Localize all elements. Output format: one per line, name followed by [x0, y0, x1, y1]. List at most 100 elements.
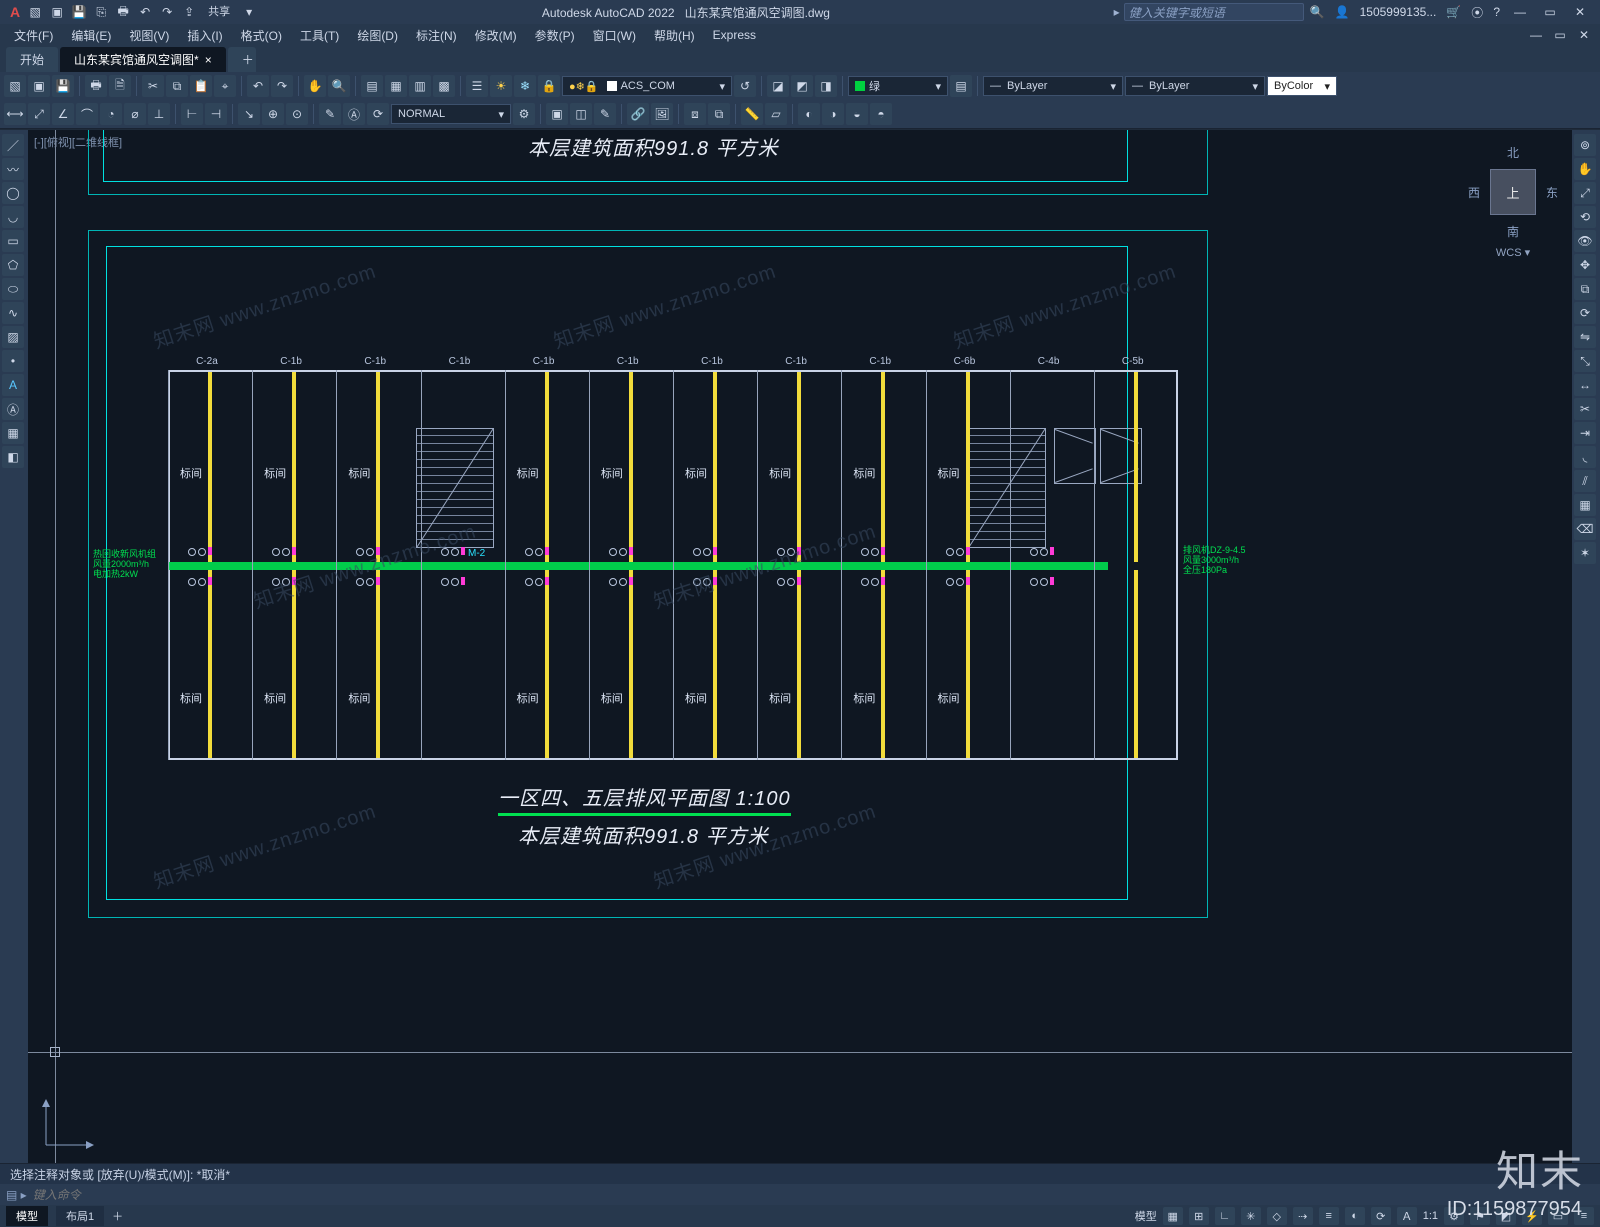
tb-paste-icon[interactable]: 📋: [190, 75, 212, 97]
drawing-canvas[interactable]: [-][俯视][二维线框] 本层建筑面积991.8 平方米 M-2: [28, 130, 1572, 1163]
linetype-combo[interactable]: —ByLayer▾: [1125, 76, 1265, 96]
share-label[interactable]: 共享: [202, 3, 236, 21]
user-label[interactable]: 1505999135...: [1360, 5, 1437, 19]
share-icon[interactable]: ⇪: [180, 3, 198, 21]
tb-copy-icon[interactable]: ⧉: [166, 75, 188, 97]
text-icon[interactable]: A: [2, 374, 24, 396]
spline-icon[interactable]: ∿: [2, 302, 24, 324]
tb-print-icon[interactable]: 🖶: [85, 75, 107, 97]
circle-icon[interactable]: ◯: [2, 182, 24, 204]
visualstyle-icon[interactable]: ◑: [822, 103, 844, 125]
menu-draw[interactable]: 绘图(D): [349, 25, 406, 46]
viewcube-south[interactable]: 南: [1468, 223, 1558, 240]
help-icon[interactable]: ?: [1493, 5, 1500, 19]
undo-icon[interactable]: ↶: [136, 3, 154, 21]
lwt-icon[interactable]: ≡: [1319, 1207, 1339, 1225]
dim-ordinate-icon[interactable]: ⊥: [148, 103, 170, 125]
leader-icon[interactable]: ↘: [238, 103, 260, 125]
plot-icon[interactable]: 🖶: [114, 3, 132, 21]
viewcube-west[interactable]: 西: [1468, 184, 1480, 201]
erase-icon[interactable]: ⌫: [1574, 518, 1596, 540]
pan2-icon[interactable]: ✋: [1574, 158, 1596, 180]
tb-pan-icon[interactable]: ✋: [304, 75, 326, 97]
polar-icon[interactable]: ✳: [1241, 1207, 1261, 1225]
menu-insert[interactable]: 插入(I): [179, 25, 230, 46]
viewcube[interactable]: 北 西 上 东 南 WCS ▾: [1468, 144, 1558, 254]
save-icon[interactable]: 💾: [70, 3, 88, 21]
layer-manager-icon[interactable]: ☰: [466, 75, 488, 97]
offset-icon[interactable]: ⫽: [1574, 470, 1596, 492]
polygon-icon[interactable]: ⬠: [2, 254, 24, 276]
tab-start[interactable]: 开始: [6, 47, 58, 72]
tb-redo-icon[interactable]: ↷: [271, 75, 293, 97]
dimedit-icon[interactable]: ✎: [319, 103, 341, 125]
layer-off-icon[interactable]: ◩: [791, 75, 813, 97]
layer-bulb-icon[interactable]: ☀: [490, 75, 512, 97]
tb-cut-icon[interactable]: ✂: [142, 75, 164, 97]
region-icon[interactable]: ◧: [2, 446, 24, 468]
otrack-icon[interactable]: ⇢: [1293, 1207, 1313, 1225]
tolerance-icon[interactable]: ⊕: [262, 103, 284, 125]
open-icon[interactable]: ▣: [48, 3, 66, 21]
close-button[interactable]: ✕: [1570, 4, 1590, 20]
point-icon[interactable]: •: [2, 350, 24, 372]
block-create-icon[interactable]: ◫: [570, 103, 592, 125]
tb-open-icon[interactable]: ▣: [28, 75, 50, 97]
tb-props-icon[interactable]: ▤: [361, 75, 383, 97]
showhide-icon[interactable]: 👁: [1574, 230, 1596, 252]
scale-label[interactable]: 1:1: [1423, 1210, 1438, 1222]
menu-express[interactable]: Express: [705, 26, 764, 44]
view-icon[interactable]: ◒: [846, 103, 868, 125]
tb-dc-icon[interactable]: ▦: [385, 75, 407, 97]
rect-icon[interactable]: ▭: [2, 230, 24, 252]
move-icon[interactable]: ✥: [1574, 254, 1596, 276]
line-icon[interactable]: ／: [2, 134, 24, 156]
tab-add-layout[interactable]: ＋: [112, 1208, 123, 1224]
signin-icon[interactable]: 🔍: [1310, 5, 1325, 19]
qat-more-icon[interactable]: ▾: [240, 3, 258, 21]
cycling-icon[interactable]: ⟳: [1371, 1207, 1391, 1225]
redo-icon[interactable]: ↷: [158, 3, 176, 21]
command-input[interactable]: [33, 1188, 1594, 1202]
dim-diameter-icon[interactable]: ⌀: [124, 103, 146, 125]
tab-close-icon[interactable]: ×: [205, 53, 212, 67]
help-search[interactable]: 健入关键字或短语: [1124, 3, 1304, 21]
hatch-icon[interactable]: ▨: [2, 326, 24, 348]
color-more-icon[interactable]: ▤: [950, 75, 972, 97]
dimtedit-icon[interactable]: Ⓐ: [343, 103, 365, 125]
area-icon[interactable]: ▱: [765, 103, 787, 125]
tb-preview-icon[interactable]: 🗎: [109, 75, 131, 97]
doc-min-button[interactable]: —: [1526, 27, 1546, 43]
menu-window[interactable]: 窗口(W): [585, 25, 644, 46]
block-insert-icon[interactable]: ▣: [546, 103, 568, 125]
tab-new[interactable]: ＋: [228, 47, 256, 72]
menu-format[interactable]: 格式(O): [233, 25, 290, 46]
saveas-icon[interactable]: ⎘: [92, 3, 110, 21]
tb-ssm-icon[interactable]: ▩: [433, 75, 455, 97]
tab-layout1[interactable]: 布局1: [56, 1206, 104, 1226]
doc-restore-button[interactable]: ▭: [1550, 27, 1570, 43]
copy2-icon[interactable]: ⧉: [1574, 278, 1596, 300]
menu-view[interactable]: 视图(V): [121, 25, 177, 46]
lineweight-combo[interactable]: —ByLayer▾: [983, 76, 1123, 96]
table-icon[interactable]: ▦: [2, 422, 24, 444]
tb-zoom-icon[interactable]: 🔍: [328, 75, 350, 97]
explode-icon[interactable]: ✶: [1574, 542, 1596, 564]
ellipse-icon[interactable]: ⬭: [2, 278, 24, 300]
menu-tools[interactable]: 工具(T): [292, 25, 347, 46]
cmd-handle-icon[interactable]: ▤ ▸: [6, 1188, 27, 1202]
ortho-icon[interactable]: ∟: [1215, 1207, 1235, 1225]
user-icon[interactable]: 👤: [1335, 5, 1350, 19]
rotate-icon[interactable]: ⟳: [1574, 302, 1596, 324]
modelspace-label[interactable]: 模型: [1135, 1208, 1157, 1224]
layer-combo[interactable]: ●❄🔒 ACS_COM ▾: [562, 76, 732, 96]
doc-close-button[interactable]: ✕: [1574, 27, 1594, 43]
tb-save-icon[interactable]: 💾: [52, 75, 74, 97]
textstyle-combo[interactable]: NORMAL▾: [391, 104, 511, 124]
dim-baseline-icon[interactable]: ⊢: [181, 103, 203, 125]
array-icon[interactable]: ▦: [1574, 494, 1596, 516]
dim-arc-icon[interactable]: ⌒: [76, 103, 98, 125]
dimstyle-icon[interactable]: ⚙: [513, 103, 535, 125]
apps-icon[interactable]: ⦿: [1471, 4, 1483, 21]
menu-help[interactable]: 帮助(H): [646, 25, 703, 46]
